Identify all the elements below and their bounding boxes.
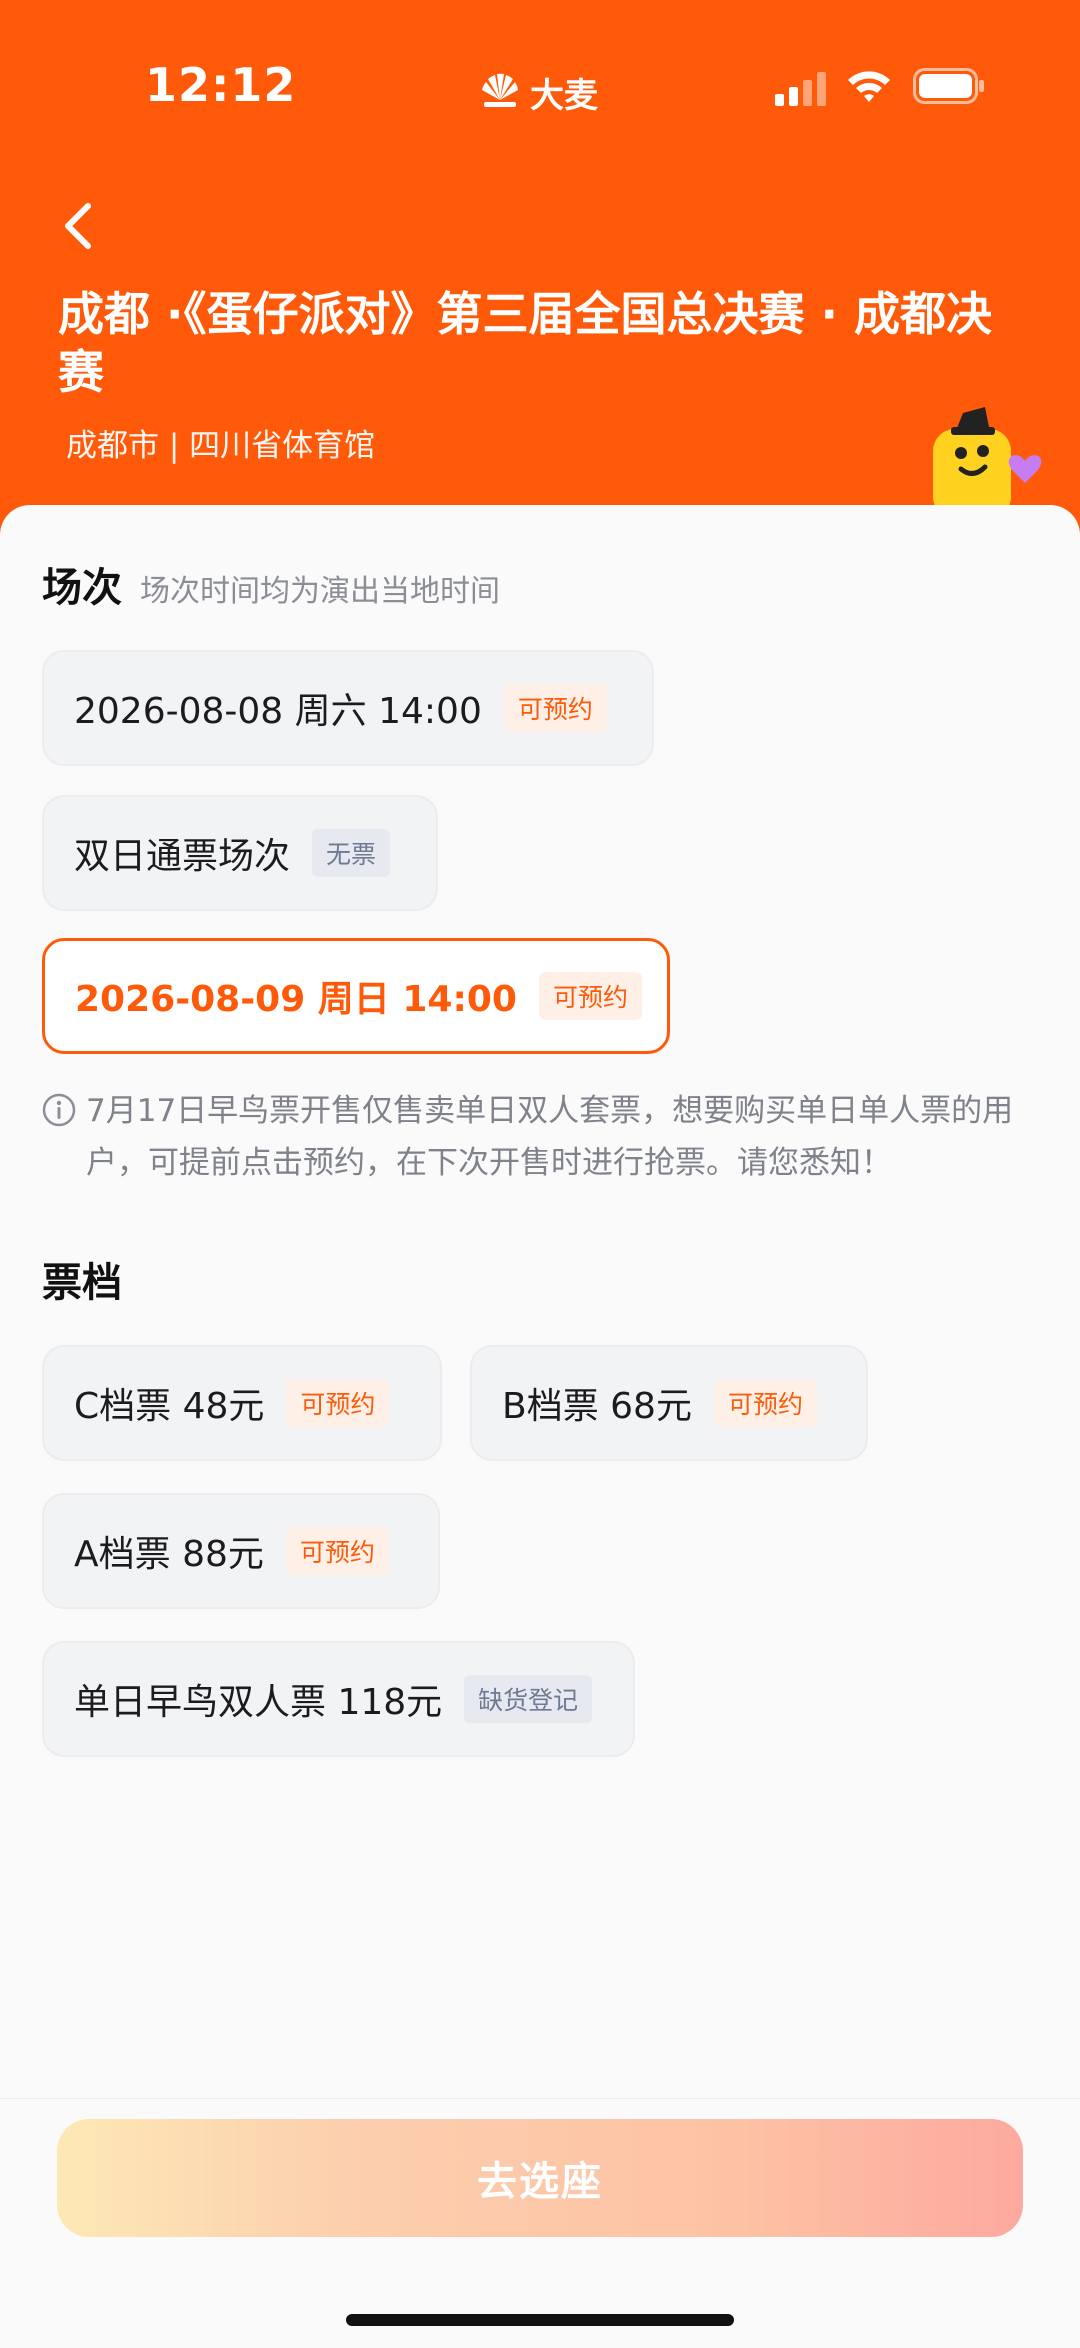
back-button[interactable] <box>50 196 106 256</box>
event-header: 12:12 大麦 成都 ·《蛋仔派对》第三届全国总决赛 · 成都决赛 成都市 |… <box>0 0 1080 560</box>
ticket-section-header: 票档 <box>42 1250 122 1308</box>
session-label: 双日通票场次 <box>74 836 291 877</box>
info-icon <box>42 1093 76 1127</box>
status-badge: 可预约 <box>538 972 642 1020</box>
ticket-label: B档票 68元 <box>502 1386 692 1427</box>
ticket-selection-page: 12:12 大麦 成都 ·《蛋仔派对》第三届全国总决赛 · 成都决赛 成都市 |… <box>0 0 1080 2348</box>
select-seat-label: 去选座 <box>477 2159 603 2205</box>
ticket-label: 单日早鸟双人票 118元 <box>74 1682 443 1723</box>
ticket-option-a[interactable]: A档票 88元 可预约 <box>42 1493 440 1609</box>
status-badge: 可预约 <box>286 1379 390 1427</box>
home-indicator[interactable] <box>346 2314 734 2326</box>
status-badge: 缺货登记 <box>464 1675 593 1723</box>
ticket-option-c[interactable]: C档票 48元 可预约 <box>42 1345 442 1461</box>
content-panel: 场次 场次时间均为演出当地时间 2026-08-08 周六 14:00 可预约 … <box>0 505 1080 2098</box>
session-option-0808[interactable]: 2026-08-08 周六 14:00 可预约 <box>42 650 654 766</box>
session-option-two-day-pass[interactable]: 双日通票场次 无票 <box>42 795 438 911</box>
session-section-subtitle: 场次时间均为演出当地时间 <box>140 574 500 609</box>
brand-name: 大麦 <box>530 75 598 116</box>
ticket-label: A档票 88元 <box>74 1534 264 1575</box>
brand-fan-icon <box>482 73 518 107</box>
ticket-section-title: 票档 <box>42 1260 122 1306</box>
session-label: 2026-08-09 周日 14:00 <box>75 979 517 1020</box>
notice-text: 7月17日早鸟票开售仅售卖单日双人套票，想要购买单日单人票的用户，可提前点击预约… <box>86 1093 1014 1181</box>
ticket-option-early-bird-pair[interactable]: 单日早鸟双人票 118元 缺货登记 <box>42 1641 635 1757</box>
session-section-title: 场次 <box>42 565 122 611</box>
cellular-signal-icon <box>775 72 826 106</box>
status-badge: 可预约 <box>713 1379 817 1427</box>
bottom-action-bar: 去选座 <box>0 2098 1080 2348</box>
status-bar: 12:12 大麦 <box>0 0 1080 170</box>
sale-notice: 7月17日早鸟票开售仅售卖单日双人套票，想要购买单日单人票的用户，可提前点击预约… <box>42 1085 1042 1189</box>
session-section-header: 场次 场次时间均为演出当地时间 <box>42 555 500 613</box>
status-badge: 可预约 <box>285 1527 389 1575</box>
event-location: 成都市 | 四川省体育馆 <box>66 428 376 464</box>
event-title: 成都 ·《蛋仔派对》第三届全国总决赛 · 成都决赛 <box>58 287 992 399</box>
chevron-left-icon <box>65 203 91 249</box>
status-time: 12:12 <box>145 58 297 112</box>
mascot-illustration <box>933 407 1042 505</box>
session-option-0809-selected[interactable]: 2026-08-09 周日 14:00 可预约 <box>42 938 670 1054</box>
status-badge: 可预约 <box>503 684 607 732</box>
select-seat-button[interactable]: 去选座 <box>57 2119 1023 2237</box>
status-badge: 无票 <box>312 829 391 877</box>
battery-icon <box>913 68 984 104</box>
ticket-label: C档票 48元 <box>74 1386 265 1427</box>
ticket-option-b[interactable]: B档票 68元 可预约 <box>470 1345 868 1461</box>
brand-logo: 大麦 <box>478 64 598 120</box>
wifi-icon <box>848 71 890 102</box>
session-label: 2026-08-08 周六 14:00 <box>74 691 482 732</box>
